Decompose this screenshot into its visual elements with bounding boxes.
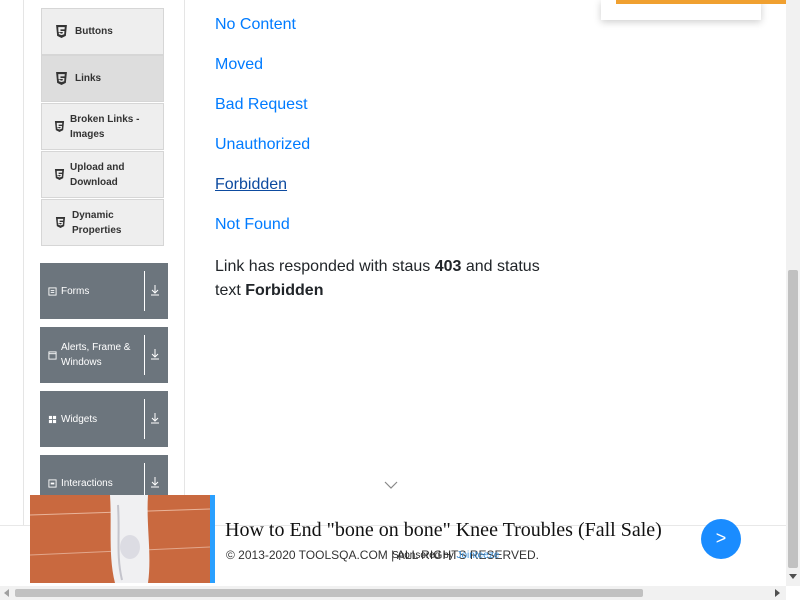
ad-headline[interactable]: How to End "bone on bone" Knee Troubles … [225, 519, 662, 542]
sidebar: Buttons Links Broken Links - Images Uplo… [23, 0, 185, 526]
sidebar-item-label: Links [75, 73, 102, 84]
link-unauthorized[interactable]: Unauthorized [215, 136, 310, 154]
response-status-code: 403 [434, 258, 462, 275]
response-status-text: Forbidden [245, 282, 324, 299]
download-arrow-icon [151, 285, 159, 296]
sidebar-group-alerts[interactable]: Alerts, Frame & Windows [40, 327, 168, 383]
sidebar-group-forms[interactable]: Forms [40, 263, 168, 319]
scroll-left-arrow-icon[interactable] [3, 589, 11, 597]
ad-image[interactable] [30, 495, 210, 583]
link-moved[interactable]: Moved [215, 56, 263, 74]
html5-icon [54, 121, 65, 132]
scroll-down-arrow-icon[interactable] [789, 572, 797, 580]
sidebar-item-label: Broken Links - Images [70, 113, 140, 140]
group-divider [144, 271, 145, 311]
sidebar-item-label: Buttons [75, 26, 113, 37]
ad-sponsored-prefix: Sponsored by [392, 550, 454, 561]
ad-accent-bar [210, 495, 215, 583]
download-arrow-icon [151, 413, 159, 424]
horizontal-scrollbar[interactable] [0, 586, 786, 600]
popup-accent-bar [616, 0, 786, 4]
chevron-down-icon[interactable] [384, 478, 398, 492]
sidebar-group-label: Forms [61, 285, 90, 297]
sidebar-item-buttons[interactable]: Buttons [41, 8, 164, 55]
notification-popup[interactable] [601, 0, 786, 20]
html5-icon [54, 169, 65, 180]
sidebar-item-label: Dynamic Properties [72, 209, 122, 236]
link-response-message: Link has responded with staus 403 and st… [215, 255, 555, 303]
form-icon [48, 286, 57, 296]
window-icon [48, 350, 57, 360]
ad-sponsor[interactable]: Sponsored by Jointeeze [392, 550, 499, 561]
html5-icon [56, 25, 67, 38]
response-prefix: Link has responded with staus [215, 258, 431, 275]
ad-sponsor-name[interactable]: Jointeeze [457, 550, 500, 561]
sidebar-group-label: Interactions [61, 477, 113, 489]
horizontal-scroll-thumb[interactable] [15, 589, 643, 597]
sidebar-item-upload-download[interactable]: Upload and Download [41, 151, 164, 198]
group-divider [144, 335, 145, 375]
sidebar-item-dynamic-properties[interactable]: Dynamic Properties [41, 199, 164, 246]
group-divider [144, 399, 145, 439]
ad-next-button[interactable]: > [701, 519, 741, 559]
sidebar-item-label: Upload and Download [70, 161, 125, 188]
widgets-icon [48, 415, 57, 423]
knee-brace-photo [30, 495, 210, 583]
interactions-icon [48, 478, 57, 488]
vertical-scroll-thumb[interactable] [788, 270, 798, 568]
link-not-found[interactable]: Not Found [215, 216, 290, 234]
sidebar-item-broken-links[interactable]: Broken Links - Images [41, 103, 164, 150]
sidebar-item-links[interactable]: Links [41, 55, 164, 102]
download-arrow-icon [151, 349, 159, 360]
vertical-scrollbar[interactable] [786, 0, 800, 586]
scroll-right-arrow-icon[interactable] [773, 589, 781, 597]
download-arrow-icon [151, 477, 159, 488]
link-forbidden[interactable]: Forbidden [215, 176, 287, 194]
sidebar-group-label: Alerts, Frame & Windows [61, 342, 131, 368]
html5-icon [56, 72, 67, 85]
sidebar-group-widgets[interactable]: Widgets [40, 391, 168, 447]
link-no-content[interactable]: No Content [215, 16, 296, 34]
html5-icon [55, 217, 66, 228]
sidebar-group-label: Widgets [61, 413, 98, 425]
link-bad-request[interactable]: Bad Request [215, 96, 308, 114]
